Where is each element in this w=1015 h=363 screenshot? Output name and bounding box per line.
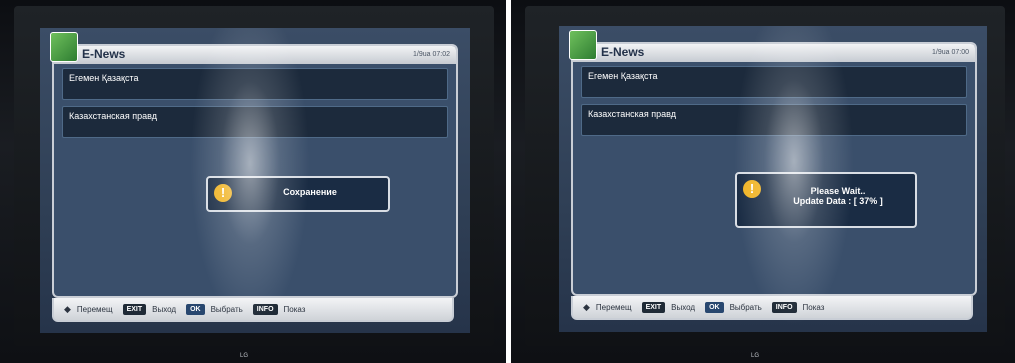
key-hint-bar: ◆ Перемещ EXIT Выход OK Выбрать INFO Пок…	[571, 296, 973, 320]
enews-app-icon	[50, 32, 78, 62]
info-key-badge: INFO	[771, 301, 797, 313]
info-key-badge: INFO	[252, 303, 278, 315]
dialog-line: Please Wait..	[810, 186, 866, 196]
app-title: E-News	[82, 47, 126, 61]
page-clock: 1/9ua 07:00	[932, 49, 969, 56]
right-photo: E-News 1/9ua 07:00 Егемен Қазақста Казах…	[511, 0, 1015, 363]
saving-dialog: ! Сохранение	[206, 176, 390, 212]
dialog-line: Сохранение	[283, 187, 337, 197]
tv-brand-logo: LG	[751, 353, 760, 359]
move-label: Перемещ	[595, 302, 632, 312]
list-item[interactable]: Егемен Қазақста	[581, 66, 967, 98]
tv-screen: E-News 1/9ua 07:02 Егемен Қазақста Казах…	[40, 28, 470, 333]
dialog-text: Сохранение	[238, 187, 382, 197]
enews-panel: E-News 1/9ua 07:00 Егемен Қазақста Казах…	[569, 30, 977, 296]
key-hint-bar: ◆ Перемещ EXIT Выход OK Выбрать INFO Пок…	[52, 298, 454, 322]
tv-brand-logo: LG	[240, 353, 249, 359]
left-photo: E-News 1/9ua 07:02 Егемен Қазақста Казах…	[0, 0, 506, 363]
show-label: Показ	[283, 304, 306, 314]
show-label: Показ	[802, 302, 825, 312]
ok-key-badge: OK	[186, 303, 205, 315]
panel-header: E-News 1/9ua 07:00	[569, 30, 975, 62]
dialog-line: Update Data : [ 37% ]	[793, 196, 883, 206]
warning-icon: !	[214, 184, 232, 202]
navigate-arrows-icon: ◆	[64, 303, 71, 314]
list-item[interactable]: Казахстанская правд	[62, 106, 448, 138]
enews-app-icon	[569, 30, 597, 60]
list-item[interactable]: Казахстанская правд	[581, 104, 967, 136]
ok-key-badge: OK	[705, 301, 724, 313]
select-label: Выбрать	[729, 302, 762, 312]
navigate-arrows-icon: ◆	[583, 301, 590, 312]
exit-key-badge: EXIT	[641, 301, 666, 313]
exit-label: Выход	[152, 304, 177, 314]
exit-label: Выход	[671, 302, 696, 312]
panel-header: E-News 1/9ua 07:02	[50, 32, 456, 64]
app-title: E-News	[601, 45, 645, 59]
page-clock: 1/9ua 07:02	[413, 51, 450, 58]
exit-key-badge: EXIT	[122, 303, 147, 315]
tv-screen: E-News 1/9ua 07:00 Егемен Қазақста Казах…	[559, 26, 987, 332]
move-label: Перемещ	[76, 304, 113, 314]
list-item[interactable]: Егемен Қазақста	[62, 68, 448, 100]
enews-panel: E-News 1/9ua 07:02 Егемен Қазақста Казах…	[50, 32, 458, 298]
dialog-text: Please Wait.. Update Data : [ 37% ]	[767, 186, 909, 206]
update-dialog: ! Please Wait.. Update Data : [ 37% ]	[735, 172, 917, 228]
select-label: Выбрать	[210, 304, 243, 314]
warning-icon: !	[743, 180, 761, 198]
